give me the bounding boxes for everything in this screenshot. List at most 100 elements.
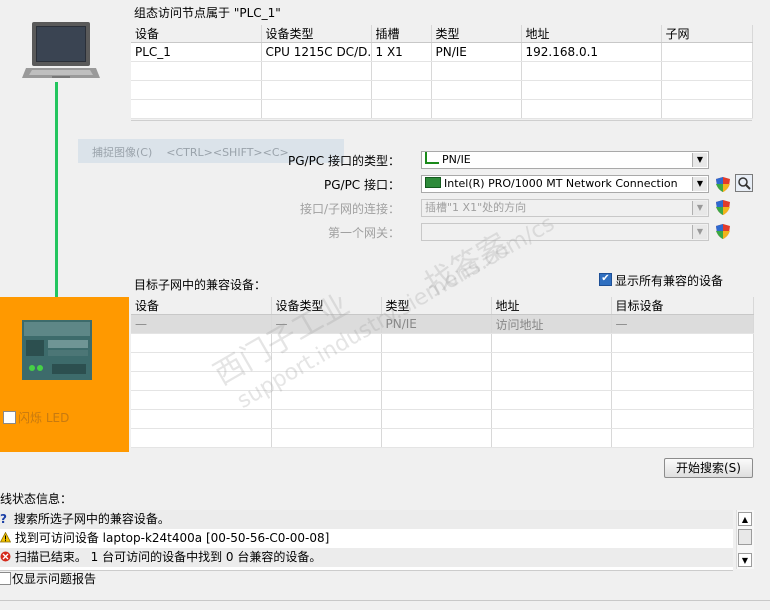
table-cell bbox=[491, 333, 612, 353]
chevron-down-icon[interactable]: ▼ bbox=[692, 201, 707, 215]
access-table-bottom bbox=[131, 120, 752, 121]
table-cell bbox=[611, 409, 754, 429]
column-header[interactable]: 子网 bbox=[661, 25, 753, 43]
laptop-icon bbox=[22, 22, 100, 78]
pgpc-interface-value: Intel(R) PRO/1000 MT Network Connection bbox=[444, 177, 678, 190]
table-row[interactable] bbox=[131, 390, 754, 410]
pgpc-type-select[interactable]: PN/IE ▼ bbox=[421, 151, 709, 169]
table-cell bbox=[371, 80, 432, 100]
column-header[interactable]: 地址 bbox=[521, 25, 662, 43]
compatible-caption: 目标子网中的兼容设备： bbox=[134, 278, 267, 292]
table-cell bbox=[611, 428, 754, 448]
properties-button[interactable] bbox=[735, 174, 753, 192]
column-header[interactable]: 类型 bbox=[431, 25, 522, 43]
table-cell bbox=[661, 80, 753, 100]
table-cell bbox=[611, 333, 754, 353]
subnet-connection-label: 接口/子网的连接： bbox=[299, 202, 400, 216]
table-row[interactable] bbox=[131, 99, 753, 119]
table-cell: — bbox=[131, 314, 272, 334]
column-header[interactable]: 类型 bbox=[381, 297, 492, 315]
table-cell bbox=[131, 409, 272, 429]
table-cell bbox=[611, 371, 754, 391]
bottom-divider bbox=[0, 600, 770, 601]
column-header[interactable]: 目标设备 bbox=[611, 297, 754, 315]
table-cell bbox=[381, 390, 492, 410]
scroll-up-icon[interactable]: ▲ bbox=[738, 512, 752, 526]
table-cell bbox=[381, 409, 492, 429]
shield-icon[interactable] bbox=[715, 223, 731, 240]
compatible-table: 设备 设备类型 类型 地址 目标设备 — — PN/IE 访问地址 — bbox=[131, 297, 754, 448]
chevron-down-icon[interactable]: ▼ bbox=[692, 225, 707, 239]
status-message: 找到可访问设备 laptop-k24t400a [00-50-56-C0-00-… bbox=[0, 529, 733, 548]
status-scrollbar[interactable]: ▲ ▼ bbox=[736, 510, 754, 569]
column-header[interactable]: 设备 bbox=[131, 25, 262, 43]
table-cell bbox=[271, 390, 382, 410]
table-row[interactable]: — — PN/IE 访问地址 — bbox=[131, 314, 754, 334]
table-cell bbox=[491, 390, 612, 410]
table-cell: 访问地址 bbox=[491, 314, 612, 334]
column-header[interactable]: 设备类型 bbox=[261, 25, 372, 43]
network-card-icon bbox=[425, 177, 441, 188]
table-row[interactable] bbox=[131, 80, 753, 100]
table-cell bbox=[431, 80, 522, 100]
table-cell bbox=[131, 61, 262, 81]
table-cell: PN/IE bbox=[431, 42, 522, 62]
table-cell bbox=[661, 42, 753, 62]
gateway-label: 第一个网关： bbox=[327, 226, 400, 240]
status-message: ? 搜索所选子网中的兼容设备。 bbox=[0, 510, 733, 529]
table-cell bbox=[131, 390, 272, 410]
scroll-thumb[interactable] bbox=[738, 529, 752, 545]
shield-icon[interactable] bbox=[715, 176, 731, 193]
only-problems-checkbox[interactable] bbox=[0, 572, 11, 585]
show-all-checkbox[interactable]: ✔ bbox=[599, 273, 612, 286]
table-cell bbox=[431, 99, 522, 119]
table-cell bbox=[131, 428, 272, 448]
table-cell bbox=[611, 352, 754, 372]
table-cell bbox=[521, 99, 662, 119]
table-cell: CPU 1215C DC/D... bbox=[261, 42, 372, 62]
shield-icon[interactable] bbox=[715, 199, 731, 216]
table-cell: — bbox=[611, 314, 754, 334]
table-cell bbox=[381, 428, 492, 448]
table-row[interactable] bbox=[131, 352, 754, 372]
pgpc-interface-select[interactable]: Intel(R) PRO/1000 MT Network Connection … bbox=[421, 175, 709, 193]
table-cell bbox=[271, 352, 382, 372]
table-cell bbox=[371, 61, 432, 81]
magnifier-icon bbox=[738, 177, 751, 190]
table-cell bbox=[381, 333, 492, 353]
plc-device-icon[interactable] bbox=[22, 320, 92, 380]
flash-led-label: 闪烁 LED bbox=[18, 411, 70, 425]
table-row[interactable] bbox=[131, 61, 753, 81]
table-cell bbox=[491, 371, 612, 391]
column-header[interactable]: 地址 bbox=[491, 297, 612, 315]
gateway-select[interactable]: ▼ bbox=[421, 223, 709, 241]
chevron-down-icon[interactable]: ▼ bbox=[692, 177, 707, 191]
table-row[interactable] bbox=[131, 371, 754, 391]
connection-line bbox=[55, 82, 58, 322]
chevron-down-icon[interactable]: ▼ bbox=[692, 153, 707, 167]
subnet-connection-select[interactable]: 插槽"1 X1"处的方向 ▼ bbox=[421, 199, 709, 217]
error-icon bbox=[0, 551, 11, 562]
scroll-down-icon[interactable]: ▼ bbox=[738, 553, 752, 567]
flash-led-checkbox[interactable] bbox=[3, 411, 16, 424]
table-cell bbox=[261, 99, 372, 119]
table-row[interactable] bbox=[131, 333, 754, 353]
pgpc-type-label: PG/PC 接口的类型： bbox=[287, 154, 400, 168]
column-header[interactable]: 设备类型 bbox=[271, 297, 382, 315]
table-cell bbox=[431, 61, 522, 81]
column-header[interactable]: 设备 bbox=[131, 297, 272, 315]
table-cell bbox=[271, 428, 382, 448]
status-caption: 在线状态信息： bbox=[0, 492, 73, 506]
table-cell bbox=[131, 99, 262, 119]
table-cell: PN/IE bbox=[381, 314, 492, 334]
table-row[interactable]: PLC_1 CPU 1215C DC/D... 1 X1 PN/IE 192.168.0… bbox=[131, 42, 753, 62]
table-row[interactable] bbox=[131, 428, 754, 448]
table-cell bbox=[521, 80, 662, 100]
start-search-button[interactable]: 开始搜索(S) bbox=[664, 458, 753, 478]
table-cell bbox=[611, 390, 754, 410]
table-cell bbox=[131, 333, 272, 353]
table-row[interactable] bbox=[131, 409, 754, 429]
column-header[interactable]: 插槽 bbox=[371, 25, 432, 43]
table-cell bbox=[521, 61, 662, 81]
subnet-connection-value: 插槽"1 X1"处的方向 bbox=[425, 201, 527, 214]
